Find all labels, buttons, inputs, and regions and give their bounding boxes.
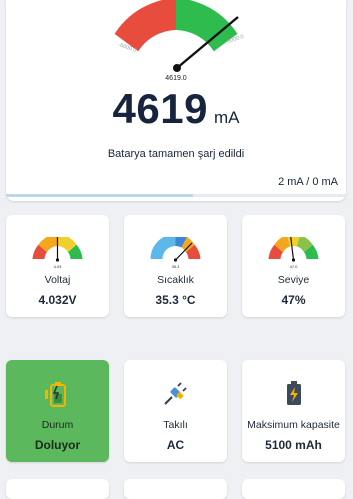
current-number: 4619 [112, 85, 208, 132]
current-value: 4619 mA [6, 85, 346, 133]
voltage-gauge: 4.03 [32, 237, 83, 269]
level-value: 47% [281, 293, 306, 307]
status-card[interactable]: Durum Doluyor [6, 360, 109, 462]
partial-card [242, 479, 345, 499]
current-card: -6000.0 6000.0 4619.0 4619 mA Batarya tam… [6, 0, 346, 201]
voltage-gauge-label: 4.03 [54, 264, 63, 269]
level-card[interactable]: 47.0 Seviye 47% [242, 215, 345, 317]
status-message: Batarya tamamen şarj edildi [107, 148, 245, 160]
plug-icon [124, 379, 227, 407]
level-gauge: 47.0 [268, 237, 319, 269]
current-unit: mA [213, 108, 240, 127]
max-capacity-card[interactable]: Maksimum kapasite 5100 mAh [242, 360, 345, 462]
temperature-value: 35.3 °C [155, 293, 196, 307]
progress-bar [6, 194, 346, 197]
battery-charging-icon [6, 379, 109, 407]
plugged-card[interactable]: Takılı AC [124, 360, 227, 462]
voltage-card[interactable]: 4.03 Voltaj 4.032V [6, 215, 109, 317]
temperature-gauge: 35.3 [150, 237, 201, 269]
status-value: Doluyor [34, 438, 81, 452]
battery-bolt-icon [242, 379, 345, 407]
status-label: Durum [41, 419, 74, 431]
voltage-value: 4.032V [38, 293, 77, 307]
level-label: Seviye [277, 274, 310, 286]
max-capacity-value: 5100 mAh [265, 438, 322, 452]
gauge-pivot [173, 64, 181, 72]
current-readout: 2 mA / 0 mA [278, 176, 338, 188]
plugged-label: Takılı [163, 419, 188, 431]
max-capacity-label: Maksimum kapasite [247, 419, 340, 431]
progress-fill [6, 194, 193, 197]
current-gauge: -6000.0 6000.0 4619.0 [114, 0, 245, 82]
partial-card [6, 479, 109, 499]
plugged-value: AC [166, 438, 185, 452]
temperature-label: Sıcaklık [157, 274, 194, 286]
temperature-gauge-label: 35.3 [172, 264, 181, 269]
gauge-center-label: 4619.0 [165, 75, 187, 82]
voltage-label: Voltaj [44, 274, 71, 286]
temperature-card[interactable]: 35.3 Sıcaklık 35.3 °C [124, 215, 227, 317]
partial-card [124, 479, 227, 499]
level-gauge-label: 47.0 [290, 264, 299, 269]
